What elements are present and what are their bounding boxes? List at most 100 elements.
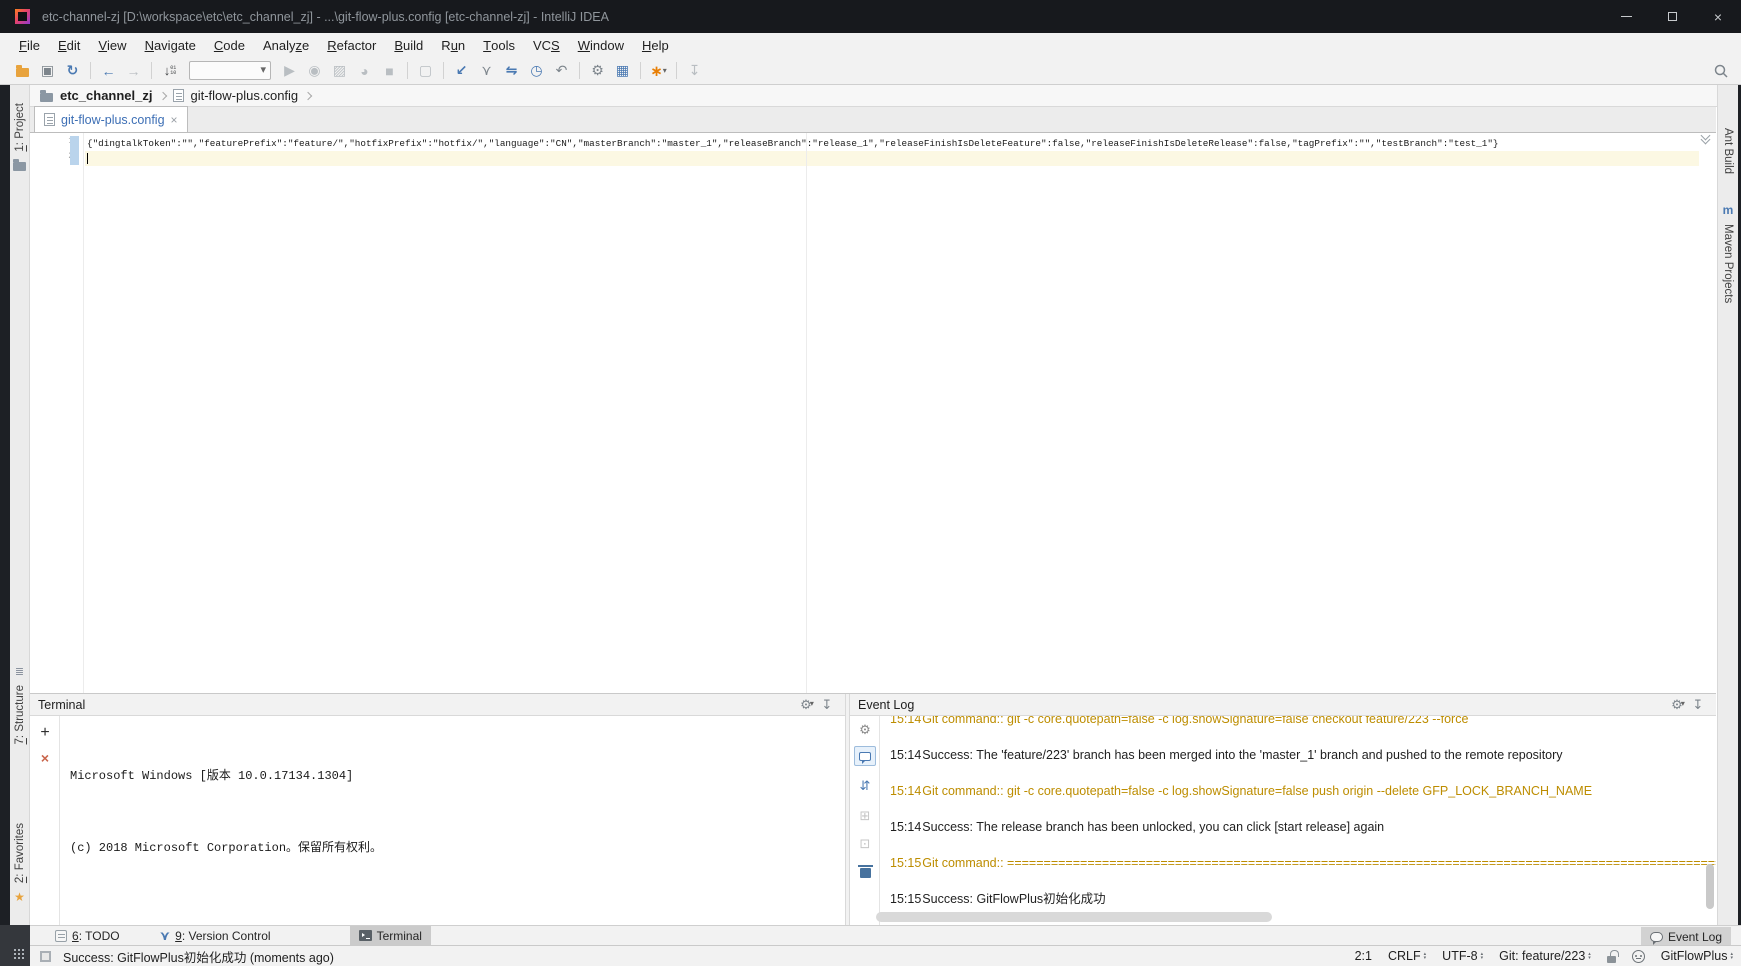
menu-navigate[interactable]: Navigate — [136, 33, 205, 57]
expand-all-icon[interactable]: ⇵ — [850, 778, 880, 794]
menu-help[interactable]: Help — [633, 33, 678, 57]
vcs-branches-icon[interactable]: ⋎ — [474, 60, 499, 82]
show-balloons-icon[interactable] — [850, 746, 880, 766]
sidebar-item-structure[interactable]: ≣ 7: Structure — [10, 665, 29, 744]
editor[interactable]: 1 2 {"dingtalkToken":"","featurePrefix":… — [30, 130, 1716, 693]
gitflowplus-widget[interactable]: GitFlowPlus ▴ ▾ — [1661, 949, 1733, 963]
maximize-button[interactable] — [1649, 0, 1695, 33]
tab-label: git-flow-plus.config — [61, 112, 165, 127]
intellij-logo-icon — [15, 9, 30, 24]
rollback-icon[interactable]: ↶ — [549, 60, 574, 82]
log-settings-icon[interactable]: ⚙ — [850, 722, 880, 738]
tab-git-flow-plus-config[interactable]: git-flow-plus.config × — [34, 106, 188, 132]
download-icon[interactable]: ↧ — [682, 60, 707, 82]
run-configuration-select[interactable]: ▾ — [189, 61, 271, 80]
forward-icon[interactable]: → — [121, 60, 146, 82]
terminal-toolbar: + × — [30, 716, 60, 925]
mark-read-icon[interactable]: ⊡ — [850, 836, 880, 852]
log-entry: 15:14Git command:: git -c core.quotepath… — [890, 716, 1469, 726]
left-edge — [0, 85, 10, 966]
inspections-widget-icon[interactable] — [1698, 130, 1712, 151]
vertical-scrollbar[interactable] — [1706, 864, 1714, 909]
unlock-icon[interactable] — [1606, 949, 1619, 963]
toolwindow-version-control[interactable]: ⋎ 9: Version Control — [151, 926, 280, 945]
tab-close-icon[interactable]: × — [171, 113, 178, 127]
toolwindow-event-log[interactable]: Event Log — [1640, 927, 1731, 946]
update-project-icon[interactable]: ↙ — [449, 60, 474, 82]
git-branch-widget[interactable]: Git: feature/223 ▴ ▾ — [1499, 949, 1591, 963]
sort-lines-icon[interactable]: ↓ 01 10 — [157, 63, 183, 78]
code-line: {"dingtalkToken":"","featurePrefix":"fea… — [87, 138, 1499, 149]
gear-icon[interactable]: ⚙▾ — [797, 697, 817, 713]
ide-window: etc-channel-zj [D:\workspace\etc\etc_cha… — [0, 0, 1741, 966]
menu-edit[interactable]: Edit — [49, 33, 89, 57]
terminal-output[interactable]: Microsoft Windows [版本 10.0.17134.1304] (… — [61, 716, 845, 925]
profiler-icon[interactable]: ◕ — [352, 60, 377, 82]
breadcrumb-file[interactable]: git-flow-plus.config — [191, 88, 299, 103]
menu-window[interactable]: Window — [569, 33, 633, 57]
project-structure-icon[interactable]: ▦ — [610, 60, 635, 82]
toolwindow-terminal[interactable]: Terminal — [349, 926, 431, 945]
clear-all-icon[interactable] — [850, 864, 880, 878]
attach-debugger-icon[interactable]: ▢ — [413, 60, 438, 82]
line-ending-widget[interactable]: CRLF ▴ ▾ — [1388, 949, 1426, 963]
coverage-icon[interactable]: ▨ — [327, 60, 352, 82]
menu-run[interactable]: Run — [432, 33, 474, 57]
statusbar-panel-icon[interactable] — [40, 950, 51, 962]
sidebar-item-maven-projects[interactable]: m Maven Projects — [1718, 203, 1738, 303]
menu-build[interactable]: Build — [385, 33, 432, 57]
close-button[interactable]: × — [1695, 0, 1741, 33]
horizontal-scrollbar[interactable] — [876, 912, 1272, 922]
hide-panel-icon[interactable]: ↧ — [1688, 697, 1708, 713]
right-tool-stripe: Ant Build m Maven Projects — [1717, 85, 1738, 925]
event-log-header: Event Log ⚙▾ ↧ — [850, 694, 1716, 716]
menu-tools[interactable]: Tools — [474, 33, 524, 57]
search-icon[interactable] — [1711, 61, 1731, 81]
menu-view[interactable]: View — [89, 33, 135, 57]
chevron-right-icon — [303, 91, 313, 100]
toolbar-separator — [151, 62, 152, 79]
gitflowplus-face-icon[interactable] — [1631, 949, 1645, 963]
menu-file[interactable]: File — [10, 33, 49, 57]
menu-code[interactable]: Code — [205, 33, 254, 57]
menu-vcs[interactable]: VC S — [524, 33, 569, 57]
recent-changes-icon[interactable]: ◷ — [524, 60, 549, 82]
debug-icon[interactable]: ◉ — [302, 60, 327, 82]
hide-panel-icon[interactable]: ↧ — [817, 697, 837, 713]
run-icon[interactable]: ▶ — [277, 60, 302, 82]
right-margin-guide — [806, 133, 807, 693]
push-icon[interactable]: ⇋ — [499, 60, 524, 82]
toolbar-separator — [407, 62, 408, 79]
sync-icon[interactable]: ↻ — [60, 60, 85, 82]
inspect-code-icon[interactable]: ∗ ▾ — [646, 60, 671, 82]
settings-icon[interactable]: ⚙ — [585, 60, 610, 82]
menu-refactor[interactable]: Refactor — [318, 33, 385, 57]
minimize-button[interactable] — [1603, 0, 1649, 33]
gear-icon[interactable]: ⚙▾ — [1668, 697, 1688, 713]
project-tool-icon — [13, 158, 26, 171]
caret-position-widget[interactable]: 2:1 — [1355, 949, 1372, 963]
new-session-icon[interactable]: + — [30, 724, 60, 742]
sidebar-item-favorites[interactable]: 2: Favorites ★ — [10, 823, 29, 904]
menu-bar: File Edit View Navigate Code Analy z e Ref… — [0, 33, 1741, 57]
close-session-icon[interactable]: × — [30, 750, 60, 766]
log-entry: 15:14Success: The release branch has bee… — [890, 820, 1385, 834]
file-icon — [44, 113, 55, 126]
toolwindow-switcher-button[interactable] — [0, 925, 30, 966]
toolbar-separator — [443, 62, 444, 79]
terminal-icon — [358, 930, 372, 941]
sidebar-item-ant-build[interactable]: Ant Build — [1718, 128, 1738, 174]
sidebar-item-project[interactable]: 1: Project — [10, 103, 29, 171]
menu-analyze[interactable]: Analy z e — [254, 33, 318, 57]
collapse-all-icon[interactable]: ⊞ — [850, 808, 880, 824]
encoding-widget[interactable]: UTF-8 ▴ ▾ — [1442, 949, 1483, 963]
stop-icon[interactable]: ■ — [377, 60, 402, 82]
event-log-list[interactable]: 15:14Git command:: git -c core.quotepath… — [881, 716, 1716, 925]
open-icon[interactable] — [10, 60, 35, 82]
log-entry: 15:14Success: The 'feature/223' branch h… — [890, 748, 1563, 762]
breadcrumb-project[interactable]: etc_channel_zj — [60, 88, 153, 103]
save-icon[interactable]: ▣ — [35, 60, 60, 82]
back-icon[interactable]: ← — [96, 60, 121, 82]
toolwindow-todo[interactable]: 6: TODO — [46, 926, 129, 945]
todo-icon — [55, 929, 67, 942]
